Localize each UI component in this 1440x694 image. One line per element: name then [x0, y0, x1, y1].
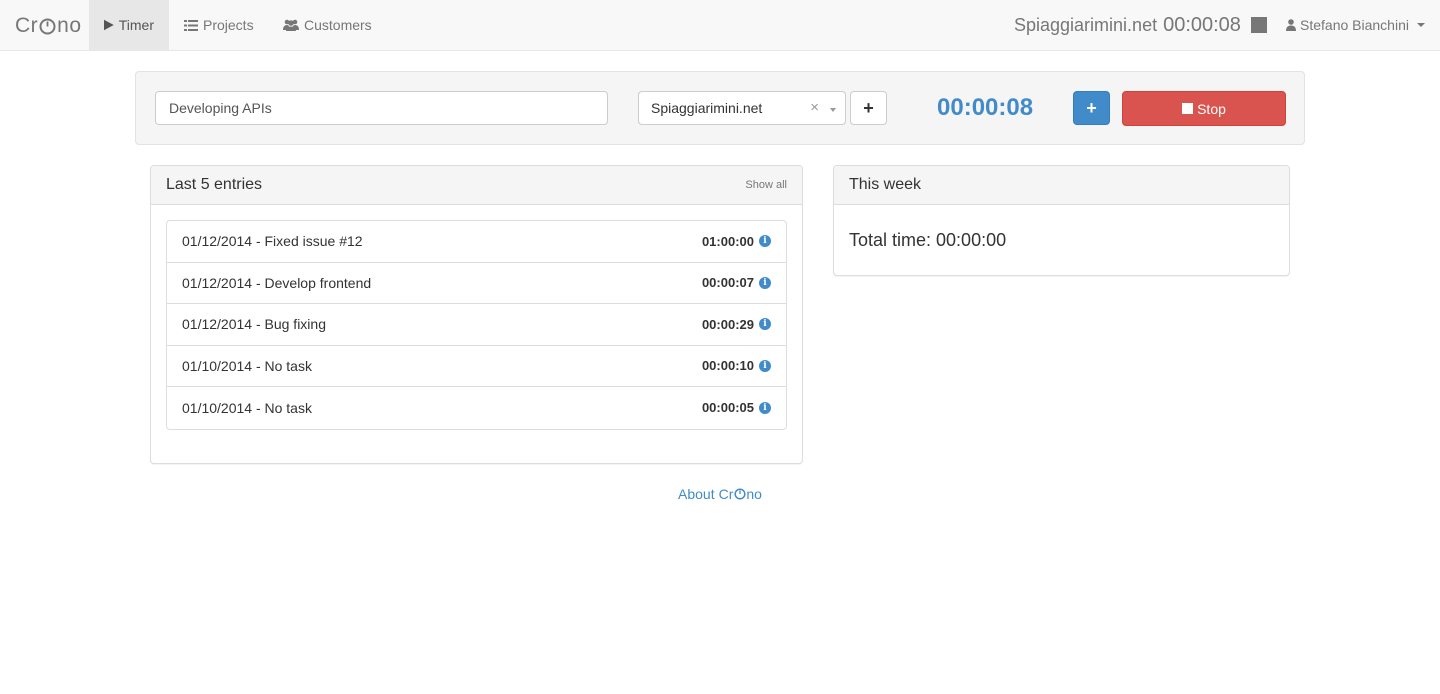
users-icon: [283, 19, 299, 31]
entry-label: 01/10/2014 - No task: [182, 357, 312, 374]
nav-timer-label: Timer: [118, 17, 154, 33]
navbar: Cr no Timer Projects Customers Spiaggiar…: [0, 0, 1440, 51]
nav-customers[interactable]: Customers: [268, 0, 387, 50]
customer-select-value: Spiaggiarimini.net: [651, 100, 763, 116]
panel-heading: Last 5 entries Show all: [151, 166, 802, 205]
entry-duration: 00:00:10: [701, 358, 754, 374]
info-icon[interactable]: i: [759, 318, 771, 331]
list-item[interactable]: 01/12/2014 - Develop frontend 00:00:07 i: [167, 263, 786, 304]
about-label: About: [678, 486, 715, 502]
nav-customers-label: Customers: [304, 17, 372, 33]
entries-list: 01/12/2014 - Fixed issue #12 01:00:00 i …: [166, 220, 787, 430]
show-all-link[interactable]: Show all: [745, 179, 787, 191]
clear-icon[interactable]: ×: [810, 99, 819, 116]
entry-duration: 00:00:07: [701, 275, 754, 291]
entry-duration: 01:00:00: [701, 233, 754, 249]
nav-projects[interactable]: Projects: [169, 0, 269, 50]
this-week-panel: This week Total time: 00:00:00: [833, 165, 1290, 276]
panel-title: This week: [849, 176, 922, 193]
task-input[interactable]: [155, 91, 608, 125]
info-icon[interactable]: i: [759, 235, 771, 248]
stop-button[interactable]: Stop: [1122, 91, 1286, 126]
about-link[interactable]: About Cr no: [678, 486, 762, 502]
brand-prefix: Cr: [15, 14, 39, 37]
brand-logo[interactable]: Cr no: [15, 13, 82, 39]
about-brand-suffix: no: [746, 486, 762, 502]
about-brand-prefix: Cr: [718, 486, 734, 502]
entry-right: 00:00:29 i: [702, 317, 771, 332]
list-icon: [184, 19, 198, 31]
list-item[interactable]: 01/10/2014 - No task 00:00:05 i: [167, 387, 786, 429]
entry-right: 00:00:07 i: [702, 275, 771, 290]
panel-heading: This week: [834, 166, 1289, 205]
panel-title: Last 5 entries: [166, 176, 263, 193]
entry-label: 01/12/2014 - Bug fixing: [182, 316, 326, 333]
add-customer-button[interactable]: +: [850, 91, 887, 125]
info-icon[interactable]: i: [759, 276, 771, 289]
navbar-stop-icon[interactable]: [1250, 17, 1267, 33]
entry-right: 00:00:10 i: [702, 358, 771, 373]
entry-right: 01:00:00 i: [702, 234, 771, 249]
elapsed-timer: 00:00:08: [937, 94, 1034, 121]
customer-select[interactable]: Spiaggiarimini.net ×: [638, 91, 846, 125]
play-icon: [104, 19, 114, 31]
entry-duration: 00:00:05: [701, 400, 754, 416]
navbar-elapsed: 00:00:08: [1163, 13, 1241, 36]
user-name: Stefano Bianchini: [1300, 17, 1409, 33]
navbar-running-timer: Spiaggiarimini.net 00:00:08: [1014, 12, 1267, 38]
entry-label: 01/12/2014 - Develop frontend: [182, 274, 372, 291]
nav-timer[interactable]: Timer: [89, 0, 169, 50]
stop-button-label: Stop: [1197, 100, 1226, 117]
total-time: Total time: 00:00:00: [849, 230, 1007, 250]
clock-o-icon: [734, 488, 746, 500]
user-menu[interactable]: Stefano Bianchini: [1286, 0, 1425, 50]
navbar-customer: Spiaggiarimini.net: [1014, 14, 1158, 35]
select-arrow-icon: [830, 108, 836, 112]
nav-projects-label: Projects: [203, 17, 254, 33]
add-entry-button[interactable]: +: [1073, 91, 1110, 125]
info-icon[interactable]: i: [759, 401, 771, 414]
entry-label: 01/10/2014 - No task: [182, 399, 312, 416]
entry-right: 00:00:05 i: [702, 400, 771, 415]
brand-suffix: no: [57, 14, 82, 37]
last-entries-panel: Last 5 entries Show all 01/12/2014 - Fix…: [150, 165, 803, 464]
clock-o-icon: [39, 18, 56, 34]
list-item[interactable]: 01/10/2014 - No task 00:00:10 i: [167, 346, 786, 387]
caret-down-icon: [1416, 23, 1425, 27]
about-brand: Cr no: [719, 486, 762, 502]
list-item[interactable]: 01/12/2014 - Bug fixing 00:00:29 i: [167, 304, 786, 346]
entry-label: 01/12/2014 - Fixed issue #12: [182, 233, 363, 250]
user-icon: [1286, 19, 1296, 31]
timer-form: Spiaggiarimini.net × + 00:00:08 + Stop: [135, 71, 1305, 145]
info-icon[interactable]: i: [759, 359, 771, 372]
list-item[interactable]: 01/12/2014 - Fixed issue #12 01:00:00 i: [167, 221, 786, 263]
entry-duration: 00:00:29: [701, 316, 754, 332]
stop-icon: [1182, 103, 1194, 114]
